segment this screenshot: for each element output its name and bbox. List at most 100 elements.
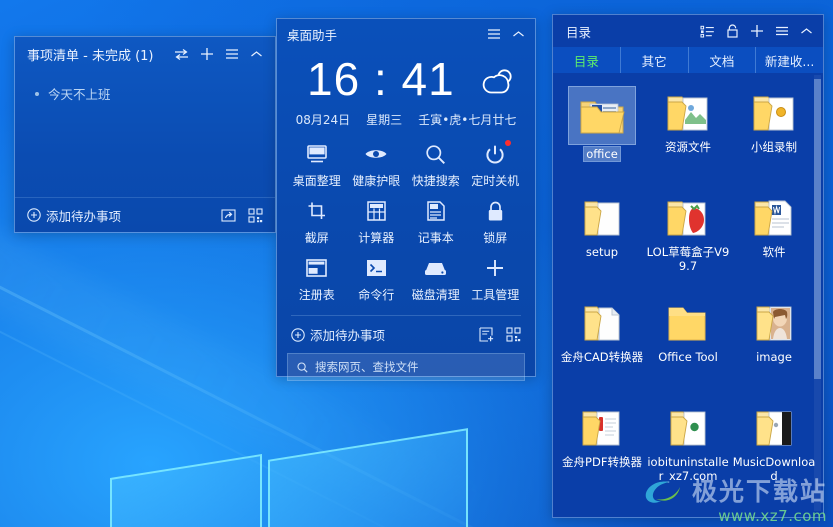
todo-panel-header: 事项清单 - 未完成 (1) [15, 37, 275, 71]
folder-closed-icon [661, 297, 715, 347]
file-item-software[interactable]: 软件 [731, 186, 817, 291]
tool-screenshot[interactable]: 截屏 [287, 199, 347, 246]
assistant-panel-header: 桌面助手 [277, 19, 535, 49]
collapse-icon[interactable] [800, 27, 813, 36]
file-name: 资源文件 [665, 140, 711, 154]
file-grid: office 资源文件 小组录制 setup LOL草莓盒子V99.7 软件 金… [553, 73, 823, 517]
file-name: office [583, 146, 621, 162]
date-text: 08月24日 [295, 113, 351, 127]
lock-icon [487, 199, 504, 223]
file-item-recordings[interactable]: 小组录制 [731, 81, 817, 186]
tool-notepad[interactable]: 记事本 [406, 199, 466, 246]
tab-other[interactable]: 其它 [621, 47, 689, 73]
tool-lock-screen[interactable]: 锁屏 [466, 199, 526, 246]
tool-label: 健康护眼 [352, 174, 401, 188]
file-item-lol[interactable]: LOL草莓盒子V99.7 [645, 186, 731, 291]
collapse-icon[interactable] [512, 30, 525, 39]
directory-panel-title: 目录 [566, 24, 592, 40]
file-item-resource[interactable]: 资源文件 [645, 81, 731, 186]
tool-desktop-tidy[interactable]: 桌面整理 [287, 142, 347, 189]
sort-icon[interactable] [174, 48, 189, 61]
disk-clean-icon [424, 256, 447, 280]
file-name: Office Tool [658, 350, 718, 364]
tool-command-line[interactable]: 命令行 [347, 256, 407, 303]
file-item-pdf-converter[interactable]: 金舟PDF转换器 [559, 396, 645, 501]
assistant-panel-toolbar [487, 28, 525, 40]
file-item-office-tool[interactable]: Office Tool [645, 291, 731, 396]
menu-icon[interactable] [225, 48, 239, 60]
tool-label: 桌面整理 [292, 174, 341, 188]
directory-panel-header: 目录 [553, 15, 823, 47]
file-item-office[interactable]: office [559, 81, 645, 186]
tool-label: 定时关机 [471, 174, 520, 188]
file-item-musicdownload[interactable]: MusicDownload [731, 396, 817, 501]
file-item-cad-converter[interactable]: 金舟CAD转换器 [559, 291, 645, 396]
date-row: 08月24日 星期三 壬寅•虎•七月廿七 [277, 105, 535, 128]
qrcode-icon[interactable] [506, 327, 521, 342]
new-note-icon[interactable] [479, 327, 494, 342]
folder-pdf-icon [575, 402, 629, 452]
registry-icon [306, 256, 328, 280]
folder-open-icon [661, 87, 715, 137]
file-name: setup [585, 245, 619, 259]
scrollbar-track[interactable] [814, 75, 821, 511]
search-input[interactable]: 搜索网页、查找文件 [287, 353, 525, 381]
todo-panel-title: 事项清单 - 未完成 (1) [27, 48, 154, 64]
file-item-image[interactable]: image [731, 291, 817, 396]
cloud-sun-icon[interactable] [481, 53, 519, 101]
assistant-add-row: 添加待办事项 [277, 316, 535, 353]
folder-word-icon [747, 192, 801, 242]
add-todo-button[interactable]: 添加待办事项 [291, 325, 385, 344]
tool-label: 截屏 [304, 231, 329, 245]
file-item-setup[interactable]: setup [559, 186, 645, 291]
search-icon [297, 361, 308, 373]
list-view-icon[interactable] [700, 25, 715, 38]
folder-office-icon [575, 91, 629, 141]
power-timer-icon [485, 140, 512, 166]
tab-directory[interactable]: 目录 [553, 47, 621, 73]
tool-disk-clean[interactable]: 磁盘清理 [406, 256, 466, 303]
file-name: 软件 [762, 245, 786, 259]
tool-eye-care[interactable]: 健康护眼 [347, 142, 407, 189]
tab-new-collection[interactable]: 新建收... [756, 47, 823, 73]
collapse-icon[interactable] [250, 50, 263, 59]
tool-quick-search[interactable]: 快捷搜索 [406, 142, 466, 189]
folder-green-icon [661, 402, 715, 452]
menu-icon[interactable] [487, 28, 501, 40]
tool-power-timer[interactable]: 定时关机 [466, 140, 526, 189]
tool-label: 计算器 [358, 231, 395, 245]
file-name: 金舟CAD转换器 [560, 350, 644, 364]
folder-photo-icon [747, 297, 801, 347]
tool-calculator[interactable]: 计算器 [347, 199, 407, 246]
folder-dark-icon [747, 402, 801, 452]
file-name: iobituninstaller_xz7.com [647, 455, 729, 483]
file-name: LOL草莓盒子V99.7 [646, 245, 730, 273]
todo-item-label: 今天不上班 [48, 87, 111, 102]
selection-highlight [568, 86, 636, 145]
todo-footer-tools [221, 207, 263, 223]
tab-documents[interactable]: 文档 [689, 47, 757, 73]
todo-panel-toolbar [174, 47, 263, 61]
share-icon[interactable] [221, 208, 236, 223]
lock-icon[interactable] [726, 24, 739, 38]
directory-panel-toolbar [700, 24, 813, 38]
add-icon[interactable] [200, 47, 214, 61]
assistant-panel-title: 桌面助手 [287, 27, 338, 43]
file-item-iobit[interactable]: iobituninstaller_xz7.com [645, 396, 731, 501]
tool-registry[interactable]: 注册表 [287, 256, 347, 303]
folder-strawberry-icon [661, 192, 715, 242]
add-icon[interactable] [750, 24, 764, 38]
tool-manage[interactable]: 工具管理 [466, 256, 526, 303]
search-placeholder: 搜索网页、查找文件 [315, 360, 419, 374]
scrollbar-thumb[interactable] [814, 79, 821, 379]
assistant-tools-grid: 桌面整理 健康护眼 快捷搜索 定时关机 截屏 计算器 记事本 锁屏 注册表 命令… [277, 128, 535, 309]
clock-time: 16 : 41 [307, 53, 455, 105]
tool-label: 工具管理 [471, 288, 520, 302]
file-name: image [756, 350, 792, 364]
menu-icon[interactable] [775, 25, 789, 37]
qrcode-icon[interactable] [248, 207, 263, 223]
list-item[interactable]: 今天不上班 [27, 81, 263, 106]
add-todo-button[interactable]: 添加待办事项 [27, 206, 121, 225]
lunar-text: 壬寅•虎•七月廿七 [418, 113, 517, 127]
desktop-assistant-panel: 桌面助手 16 : 41 08月24日 星期三 壬寅•虎•七月廿七 桌面整理 健… [276, 18, 536, 381]
